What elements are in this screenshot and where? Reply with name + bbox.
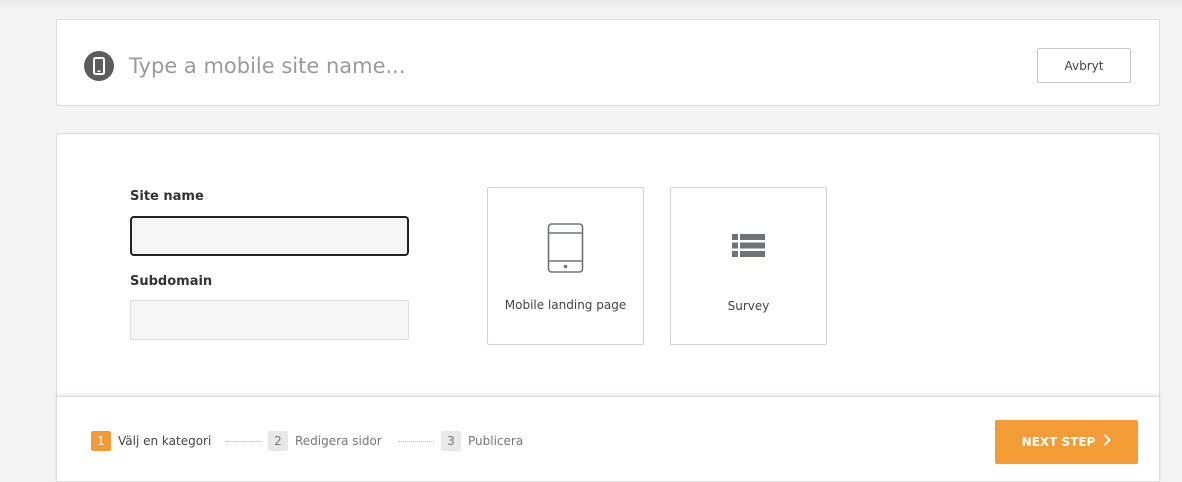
step-label: Redigera sidor: [295, 434, 382, 448]
cancel-button[interactable]: Avbryt: [1037, 48, 1131, 83]
next-step-label: NEXT STEP: [1021, 435, 1096, 449]
category-label: Survey: [727, 299, 770, 313]
step-choose-category[interactable]: 1 Välj en kategori: [91, 431, 211, 451]
list-icon: [671, 233, 826, 263]
top-shadow: [0, 0, 1182, 10]
next-step-button[interactable]: NEXT STEP: [995, 420, 1138, 464]
mobile-phone-icon: [84, 51, 114, 81]
step-connector: [225, 441, 261, 442]
step-number: 1: [91, 431, 111, 451]
wizard-footer: 1 Välj en kategori 2 Redigera sidor 3 Pu…: [56, 396, 1160, 482]
step-edit-pages[interactable]: 2 Redigera sidor: [268, 431, 382, 451]
chevron-right-icon: [1103, 434, 1112, 450]
step-publish[interactable]: 3 Publicera: [441, 431, 523, 451]
category-label: Mobile landing page: [504, 298, 627, 312]
site-name-title-input[interactable]: [129, 50, 729, 82]
step-label: Publicera: [468, 434, 524, 448]
step-number: 3: [441, 431, 461, 451]
subdomain-label: Subdomain: [130, 274, 213, 289]
site-setup-panel: Site name Subdomain Mobile landing page: [56, 133, 1160, 396]
tablet-icon: [488, 223, 643, 279]
site-name-field[interactable]: [130, 216, 409, 256]
step-number: 2: [268, 431, 288, 451]
step-connector: [398, 441, 434, 442]
step-label: Välj en kategori: [118, 434, 212, 448]
category-survey[interactable]: Survey: [670, 187, 827, 345]
site-name-label: Site name: [130, 189, 204, 204]
subdomain-field[interactable]: [130, 300, 409, 340]
site-name-header: Avbryt: [56, 19, 1160, 106]
category-mobile-landing-page[interactable]: Mobile landing page: [487, 187, 644, 345]
